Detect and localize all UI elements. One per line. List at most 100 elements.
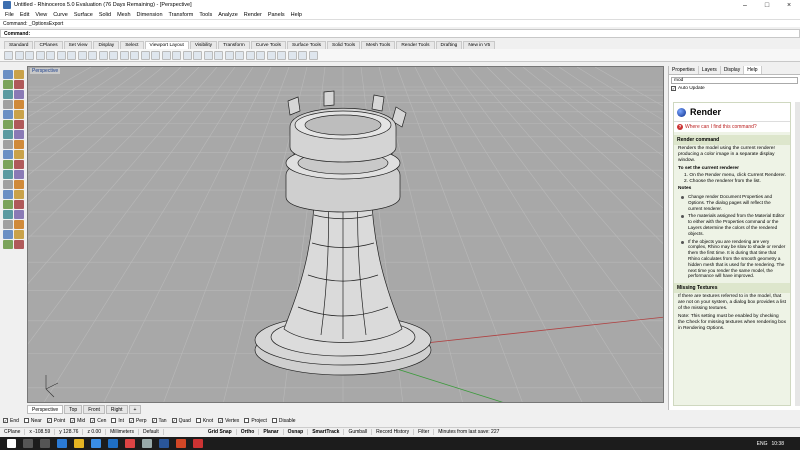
tool-icon[interactable] <box>13 69 24 79</box>
menu-dimension[interactable]: Dimension <box>134 12 166 18</box>
import-icon[interactable] <box>46 50 55 60</box>
tab-standard[interactable]: Standard <box>4 41 34 49</box>
help-search-input[interactable]: mod <box>671 77 798 84</box>
tab-mesh-tools[interactable]: Mesh Tools <box>361 41 396 49</box>
options-icon[interactable] <box>298 50 307 60</box>
powerpoint-icon[interactable] <box>176 439 186 448</box>
osnap-quad[interactable]: ✓ Quad <box>171 418 191 424</box>
tool-icon[interactable] <box>13 209 24 219</box>
mode-filter[interactable]: Filter <box>414 429 435 435</box>
print-icon[interactable] <box>35 50 45 60</box>
tool-icon[interactable] <box>2 149 13 159</box>
undo-view-icon[interactable] <box>172 50 181 60</box>
save-icon[interactable] <box>25 50 34 60</box>
wireframe-icon[interactable] <box>203 50 213 60</box>
help-icon[interactable] <box>308 50 318 60</box>
menu-file[interactable]: File <box>2 12 17 18</box>
pan-icon[interactable] <box>109 50 118 60</box>
tool-icon[interactable] <box>13 99 24 109</box>
mode-smarttrack[interactable]: SmartTrack <box>308 429 345 435</box>
mode-gumball[interactable]: Gumball <box>344 429 373 435</box>
file-explorer-icon[interactable] <box>74 439 84 448</box>
tab-render-tools[interactable]: Render Tools <box>396 41 435 49</box>
osnap-near[interactable]: Near <box>23 418 42 424</box>
osnap-point[interactable]: ✓ Point <box>46 418 65 424</box>
new-file-icon[interactable] <box>4 50 13 60</box>
tool-icon[interactable] <box>2 199 13 209</box>
tool-icon[interactable] <box>13 179 24 189</box>
tab-transform[interactable]: Transform <box>218 41 250 49</box>
osnap-mid[interactable]: ✓ Mid <box>70 418 85 424</box>
light-bulb-icon[interactable] <box>266 50 276 60</box>
help-scrollbar[interactable] <box>795 102 800 406</box>
media-player-icon[interactable] <box>193 439 203 448</box>
menu-help[interactable]: Help <box>288 12 305 18</box>
osnap-vertex[interactable]: ✓ Vertex <box>218 418 239 424</box>
tool-icon[interactable] <box>2 169 13 179</box>
tab-new-in-v5[interactable]: New in V5 <box>463 41 496 49</box>
menu-curve[interactable]: Curve <box>50 12 71 18</box>
menu-transform[interactable]: Transform <box>166 12 197 18</box>
osnap-end[interactable]: ✓ End <box>3 418 19 424</box>
tool-icon[interactable] <box>13 159 24 169</box>
menu-panels[interactable]: Panels <box>265 12 288 18</box>
tool-icon[interactable] <box>13 129 24 139</box>
windows-start-icon[interactable] <box>7 439 16 448</box>
tool-icon[interactable] <box>13 109 24 119</box>
rotate-view-icon[interactable] <box>119 50 129 60</box>
tool-icon[interactable] <box>2 119 13 129</box>
mode-osnap[interactable]: Osnap <box>284 429 309 435</box>
tool-icon[interactable] <box>13 189 24 199</box>
tool-icon[interactable] <box>2 229 13 239</box>
osnap-cen[interactable]: ✓ Cen <box>90 418 106 424</box>
tab-select[interactable]: Select <box>120 41 144 49</box>
viewport-tab-top[interactable]: Top <box>64 405 83 414</box>
tool-icon[interactable] <box>13 229 24 239</box>
viewport-label[interactable]: Perspective <box>30 68 61 74</box>
tab-viewport-layout[interactable]: Viewport Layout <box>144 41 189 49</box>
tool-icon[interactable] <box>13 89 24 99</box>
zoom-window-icon[interactable] <box>140 50 150 60</box>
material-icon[interactable] <box>287 50 297 60</box>
mail-icon[interactable] <box>108 439 118 448</box>
osnap-knot[interactable]: Knot <box>195 418 213 424</box>
where-link[interactable]: ? Where can I find this command? <box>674 122 790 132</box>
tool-icon[interactable] <box>2 219 13 229</box>
tool-icon[interactable] <box>13 119 24 129</box>
four-viewports-icon[interactable] <box>182 50 192 60</box>
chrome-icon[interactable] <box>125 439 135 448</box>
panel-tab-help[interactable]: Help <box>744 66 762 74</box>
panel-tab-properties[interactable]: Properties <box>669 66 699 74</box>
tool-icon[interactable] <box>2 189 13 199</box>
tool-icon[interactable] <box>2 239 13 249</box>
tool-icon[interactable] <box>13 239 24 249</box>
tab-solid-tools[interactable]: Solid Tools <box>327 41 361 49</box>
minimize-icon[interactable]: – <box>734 2 756 9</box>
menu-surface[interactable]: Surface <box>71 12 96 18</box>
store-icon[interactable] <box>91 439 101 448</box>
tab-curve-tools[interactable]: Curve Tools <box>250 41 287 49</box>
rhino-taskbar-icon[interactable] <box>142 439 152 448</box>
properties-icon[interactable] <box>256 50 265 60</box>
tool-icon[interactable] <box>13 139 24 149</box>
zoom-icon[interactable] <box>130 50 139 60</box>
osnap-int[interactable]: Int <box>111 418 124 424</box>
panel-tab-display[interactable]: Display <box>721 66 745 74</box>
osnap-tan[interactable]: ✓ Tan <box>151 418 167 424</box>
mode-grid-snap[interactable]: Grid Snap <box>204 429 237 435</box>
tab-display[interactable]: Display <box>93 41 120 49</box>
menu-analyze[interactable]: Analyze <box>215 12 241 18</box>
tool-icon[interactable] <box>2 129 13 139</box>
menu-tools[interactable]: Tools <box>196 12 215 18</box>
tab-drafting[interactable]: Drafting <box>435 41 463 49</box>
mode-ortho[interactable]: Ortho <box>237 429 260 435</box>
menu-mesh[interactable]: Mesh <box>114 12 133 18</box>
clock-time[interactable]: 10:38 <box>771 441 784 447</box>
tool-icon[interactable] <box>2 99 13 109</box>
viewport-tab-right[interactable]: Right <box>105 405 128 414</box>
redo-icon[interactable] <box>98 50 108 60</box>
osnap-project[interactable]: Project <box>244 418 267 424</box>
rendered-icon[interactable] <box>224 50 234 60</box>
status-layer[interactable]: Default <box>139 429 164 435</box>
menu-view[interactable]: View <box>32 12 50 18</box>
